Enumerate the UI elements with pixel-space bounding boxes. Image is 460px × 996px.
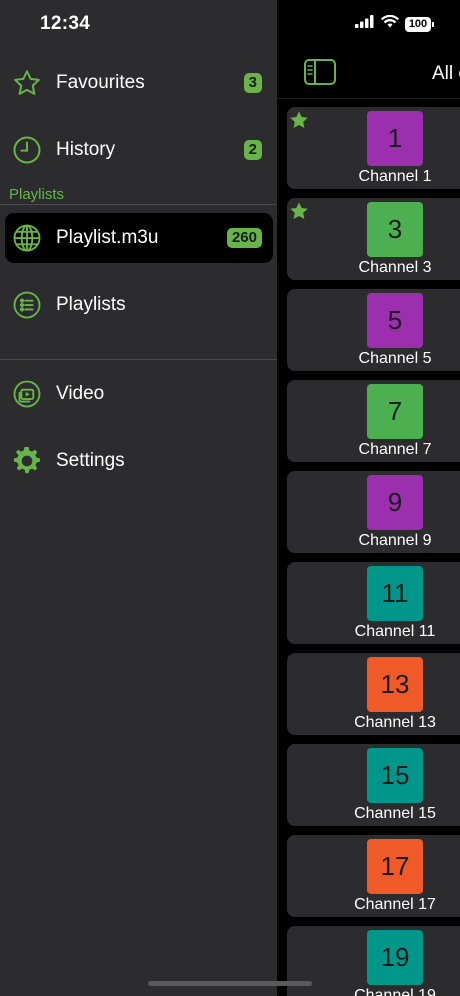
channel-card[interactable]: 7 Channel 7: [287, 380, 460, 462]
sidebar-item-history[interactable]: History 2: [5, 125, 273, 175]
channel-number-tile: 15: [367, 748, 423, 803]
wifi-icon: [381, 14, 399, 33]
favourite-star-icon: [288, 200, 310, 227]
globe-icon: [11, 222, 43, 254]
count-badge: 260: [226, 228, 262, 248]
clock-icon: [11, 134, 43, 166]
channel-name: Channel 3: [358, 259, 432, 276]
channel-name: Channel 5: [358, 350, 432, 367]
count-badge: 3: [243, 73, 262, 93]
battery-icon: 100: [405, 16, 434, 32]
channel-number-tile: 1: [367, 111, 423, 166]
sidebar-item-label: Playlist.m3u: [56, 227, 159, 248]
channel-card[interactable]: 9 Channel 9: [287, 471, 460, 553]
channel-card[interactable]: 15 Channel 15: [287, 744, 460, 826]
video-icon: [11, 378, 43, 410]
sidebar-item-label: Favourites: [56, 72, 145, 93]
channel-number-tile: 19: [367, 930, 423, 985]
divider: [0, 204, 277, 205]
page-title: All c: [432, 63, 460, 84]
sidebar-item-favourites[interactable]: Favourites 3: [5, 58, 273, 108]
home-indicator: [148, 981, 312, 986]
sidebar-item-label: Settings: [56, 450, 125, 471]
gear-icon: [11, 445, 43, 477]
sidebar-item-label: History: [56, 139, 116, 160]
sidebar-item-playlist-m3u[interactable]: Playlist.m3u 260: [5, 213, 273, 263]
channel-name: Channel 17: [354, 896, 436, 913]
channel-grid-pane: 100 All c 1 Channel 1 3 Channel 3 5 Chan…: [277, 0, 460, 996]
channel-card[interactable]: 1 Channel 1: [287, 107, 460, 189]
section-title-playlists: Playlists: [9, 186, 65, 203]
sidebar-toggle-icon[interactable]: [303, 58, 337, 91]
channel-name: Channel 11: [354, 623, 436, 640]
signal-icon: [355, 15, 375, 33]
channel-name: Channel 19: [354, 987, 436, 996]
channel-card[interactable]: 13 Channel 13: [287, 653, 460, 735]
channel-name: Channel 13: [354, 714, 436, 731]
channel-number-tile: 11: [367, 566, 423, 621]
channel-number-tile: 7: [367, 384, 423, 439]
favourite-star-icon: [288, 109, 310, 136]
channel-number-tile: 17: [367, 839, 423, 894]
list-icon: [11, 289, 43, 321]
channel-number-tile: 5: [367, 293, 423, 348]
sidebar-item-label: Video: [56, 383, 105, 404]
channel-card[interactable]: 11 Channel 11: [287, 562, 460, 644]
sidebar-item-settings[interactable]: Settings: [5, 436, 273, 486]
sidebar-item-playlists[interactable]: Playlists: [5, 280, 273, 330]
header-divider: [277, 98, 460, 99]
channel-number-tile: 3: [367, 202, 423, 257]
channel-card[interactable]: 5 Channel 5: [287, 289, 460, 371]
status-icons: 100: [355, 14, 434, 33]
channel-name: Channel 15: [354, 805, 436, 822]
sidebar-item-label: Playlists: [56, 294, 126, 315]
channel-name: Channel 9: [358, 532, 432, 549]
channel-number-tile: 9: [367, 475, 423, 530]
channel-card[interactable]: 19 Channel 19: [287, 926, 460, 996]
star-icon: [11, 67, 43, 99]
sidebar-item-video[interactable]: Video: [5, 369, 273, 419]
channel-name: Channel 1: [358, 168, 432, 185]
channel-card[interactable]: 17 Channel 17: [287, 835, 460, 917]
channel-number-tile: 13: [367, 657, 423, 712]
channel-card[interactable]: 3 Channel 3: [287, 198, 460, 280]
channel-name: Channel 7: [358, 441, 432, 458]
status-time: 12:34: [40, 13, 91, 34]
count-badge: 2: [243, 140, 262, 160]
sidebar: 12:34 Favourites 3 History 2 Playlists P…: [0, 0, 277, 996]
divider: [0, 359, 277, 360]
